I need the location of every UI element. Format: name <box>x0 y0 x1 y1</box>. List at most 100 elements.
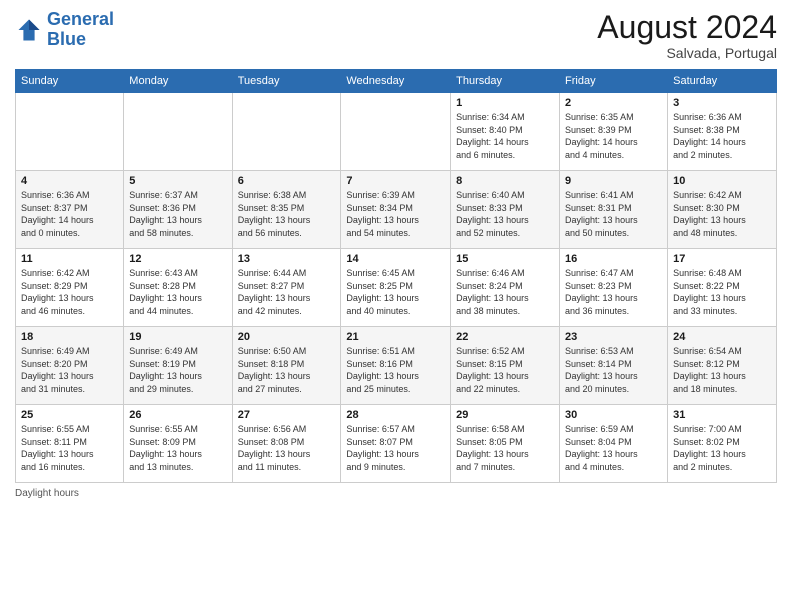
day-number: 31 <box>673 409 771 421</box>
day-info: Sunrise: 6:54 AM Sunset: 8:12 PM Dayligh… <box>673 345 771 395</box>
day-number: 22 <box>456 331 554 343</box>
day-number: 30 <box>565 409 662 421</box>
day-number: 25 <box>21 409 118 421</box>
day-number: 3 <box>673 97 771 109</box>
day-number: 17 <box>673 253 771 265</box>
calendar-week-row: 1 Sunrise: 6:34 AM Sunset: 8:40 PM Daylig… <box>16 93 777 171</box>
calendar-cell: 19Sunrise: 6:49 AM Sunset: 8:19 PM Dayli… <box>124 327 232 405</box>
calendar-day-header: Sunday <box>16 70 124 93</box>
calendar-cell: 12Sunrise: 6:43 AM Sunset: 8:28 PM Dayli… <box>124 249 232 327</box>
day-info: Sunrise: 6:42 AM Sunset: 8:29 PM Dayligh… <box>21 267 118 317</box>
day-number: 19 <box>129 331 226 343</box>
day-info: Sunrise: 6:36 AM Sunset: 8:38 PM Dayligh… <box>673 111 771 161</box>
calendar-week-row: 25 Sunrise: 6:55 AM Sunset: 8:11 PM Dayli… <box>16 405 777 483</box>
day-number: 23 <box>565 331 662 343</box>
day-info: Sunrise: 6:49 AM Sunset: 8:20 PM Dayligh… <box>21 345 118 395</box>
location: Salvada, Portugal <box>597 45 777 61</box>
calendar-cell: 15 Sunrise: 6:46 AM Sunset: 8:24 PM Dayli… <box>451 249 560 327</box>
calendar-cell <box>16 93 124 171</box>
calendar-cell: 17 Sunrise: 6:48 AM Sunset: 8:22 PM Dayli… <box>668 249 777 327</box>
day-info: Sunrise: 6:55 AM Sunset: 8:09 PM Dayligh… <box>129 423 226 473</box>
day-number: 4 <box>21 175 118 187</box>
day-info: Sunrise: 6:53 AM Sunset: 8:14 PM Dayligh… <box>565 345 662 395</box>
day-info: Sunrise: 6:45 AM Sunset: 8:25 PM Dayligh… <box>346 267 445 317</box>
calendar-cell: 30 Sunrise: 6:59 AM Sunset: 8:04 PM Dayli… <box>560 405 668 483</box>
calendar-cell: 20 Sunrise: 6:50 AM Sunset: 8:18 PM Dayli… <box>232 327 341 405</box>
day-info: Sunrise: 6:55 AM Sunset: 8:11 PM Dayligh… <box>21 423 118 473</box>
calendar-cell: 21 Sunrise: 6:51 AM Sunset: 8:16 PM Dayli… <box>341 327 451 405</box>
day-info: Sunrise: 6:43 AM Sunset: 8:28 PM Dayligh… <box>129 267 226 317</box>
day-info: Sunrise: 7:00 AM Sunset: 8:02 PM Dayligh… <box>673 423 771 473</box>
calendar-cell: 16Sunrise: 6:47 AM Sunset: 8:23 PM Dayli… <box>560 249 668 327</box>
day-info: Sunrise: 6:40 AM Sunset: 8:33 PM Dayligh… <box>456 189 554 239</box>
calendar-cell: 26 Sunrise: 6:55 AM Sunset: 8:09 PM Dayli… <box>124 405 232 483</box>
day-number: 27 <box>238 409 336 421</box>
calendar: SundayMondayTuesdayWednesdayThursdayFrid… <box>15 69 777 483</box>
calendar-cell <box>232 93 341 171</box>
calendar-day-header: Saturday <box>668 70 777 93</box>
calendar-cell <box>341 93 451 171</box>
calendar-cell: 3 Sunrise: 6:36 AM Sunset: 8:38 PM Daylig… <box>668 93 777 171</box>
day-number: 15 <box>456 253 554 265</box>
page: General Blue August 2024 Salvada, Portug… <box>0 0 792 612</box>
day-number: 2 <box>565 97 662 109</box>
day-info: Sunrise: 6:44 AM Sunset: 8:27 PM Dayligh… <box>238 267 336 317</box>
footer-note: Daylight hours <box>15 488 777 499</box>
calendar-cell: 2Sunrise: 6:35 AM Sunset: 8:39 PM Daylig… <box>560 93 668 171</box>
calendar-cell: 29Sunrise: 6:58 AM Sunset: 8:05 PM Dayli… <box>451 405 560 483</box>
calendar-cell: 23 Sunrise: 6:53 AM Sunset: 8:14 PM Dayli… <box>560 327 668 405</box>
calendar-cell: 6Sunrise: 6:38 AM Sunset: 8:35 PM Daylig… <box>232 171 341 249</box>
day-info: Sunrise: 6:41 AM Sunset: 8:31 PM Dayligh… <box>565 189 662 239</box>
calendar-day-header: Tuesday <box>232 70 341 93</box>
day-number: 11 <box>21 253 118 265</box>
calendar-cell: 10Sunrise: 6:42 AM Sunset: 8:30 PM Dayli… <box>668 171 777 249</box>
day-number: 9 <box>565 175 662 187</box>
day-number: 13 <box>238 253 336 265</box>
calendar-cell: 27 Sunrise: 6:56 AM Sunset: 8:08 PM Dayli… <box>232 405 341 483</box>
calendar-cell: 1 Sunrise: 6:34 AM Sunset: 8:40 PM Daylig… <box>451 93 560 171</box>
calendar-cell: 5 Sunrise: 6:37 AM Sunset: 8:36 PM Daylig… <box>124 171 232 249</box>
day-number: 18 <box>21 331 118 343</box>
day-info: Sunrise: 6:48 AM Sunset: 8:22 PM Dayligh… <box>673 267 771 317</box>
day-info: Sunrise: 6:59 AM Sunset: 8:04 PM Dayligh… <box>565 423 662 473</box>
day-info: Sunrise: 6:56 AM Sunset: 8:08 PM Dayligh… <box>238 423 336 473</box>
calendar-cell: 8 Sunrise: 6:40 AM Sunset: 8:33 PM Daylig… <box>451 171 560 249</box>
day-info: Sunrise: 6:50 AM Sunset: 8:18 PM Dayligh… <box>238 345 336 395</box>
day-info: Sunrise: 6:52 AM Sunset: 8:15 PM Dayligh… <box>456 345 554 395</box>
logo-icon <box>15 16 43 44</box>
day-number: 1 <box>456 97 554 109</box>
logo: General Blue <box>15 10 114 50</box>
calendar-week-row: 11 Sunrise: 6:42 AM Sunset: 8:29 PM Dayli… <box>16 249 777 327</box>
day-info: Sunrise: 6:36 AM Sunset: 8:37 PM Dayligh… <box>21 189 118 239</box>
day-number: 26 <box>129 409 226 421</box>
calendar-day-header: Wednesday <box>341 70 451 93</box>
calendar-cell: 24 Sunrise: 6:54 AM Sunset: 8:12 PM Dayli… <box>668 327 777 405</box>
calendar-cell: 13 Sunrise: 6:44 AM Sunset: 8:27 PM Dayli… <box>232 249 341 327</box>
calendar-cell: 9 Sunrise: 6:41 AM Sunset: 8:31 PM Daylig… <box>560 171 668 249</box>
day-info: Sunrise: 6:51 AM Sunset: 8:16 PM Dayligh… <box>346 345 445 395</box>
calendar-cell: 18 Sunrise: 6:49 AM Sunset: 8:20 PM Dayli… <box>16 327 124 405</box>
day-info: Sunrise: 6:37 AM Sunset: 8:36 PM Dayligh… <box>129 189 226 239</box>
day-number: 8 <box>456 175 554 187</box>
calendar-cell: 7Sunrise: 6:39 AM Sunset: 8:34 PM Daylig… <box>341 171 451 249</box>
day-number: 29 <box>456 409 554 421</box>
day-info: Sunrise: 6:42 AM Sunset: 8:30 PM Dayligh… <box>673 189 771 239</box>
day-info: Sunrise: 6:57 AM Sunset: 8:07 PM Dayligh… <box>346 423 445 473</box>
day-info: Sunrise: 6:34 AM Sunset: 8:40 PM Dayligh… <box>456 111 554 161</box>
calendar-cell: 22 Sunrise: 6:52 AM Sunset: 8:15 PM Dayli… <box>451 327 560 405</box>
day-number: 21 <box>346 331 445 343</box>
calendar-week-row: 4 Sunrise: 6:36 AM Sunset: 8:37 PM Daylig… <box>16 171 777 249</box>
header: General Blue August 2024 Salvada, Portug… <box>15 10 777 61</box>
calendar-cell: 4 Sunrise: 6:36 AM Sunset: 8:37 PM Daylig… <box>16 171 124 249</box>
day-number: 16 <box>565 253 662 265</box>
day-info: Sunrise: 6:46 AM Sunset: 8:24 PM Dayligh… <box>456 267 554 317</box>
calendar-cell: 28Sunrise: 6:57 AM Sunset: 8:07 PM Dayli… <box>341 405 451 483</box>
calendar-cell <box>124 93 232 171</box>
day-number: 5 <box>129 175 226 187</box>
calendar-header-row: SundayMondayTuesdayWednesdayThursdayFrid… <box>16 70 777 93</box>
day-number: 24 <box>673 331 771 343</box>
day-number: 20 <box>238 331 336 343</box>
day-info: Sunrise: 6:38 AM Sunset: 8:35 PM Dayligh… <box>238 189 336 239</box>
calendar-cell: 31 Sunrise: 7:00 AM Sunset: 8:02 PM Dayli… <box>668 405 777 483</box>
logo-text: General Blue <box>47 10 114 50</box>
